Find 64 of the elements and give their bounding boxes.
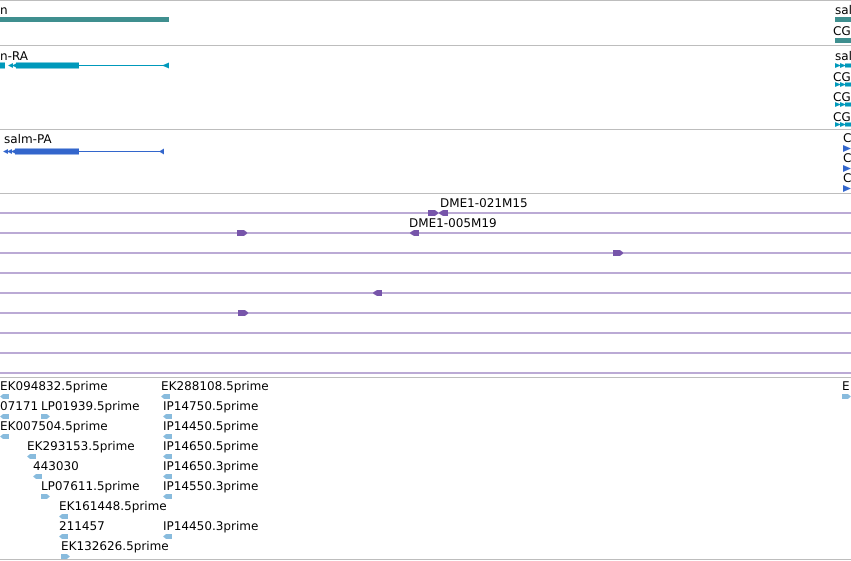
feature-label: E [842,379,850,393]
est-arrow-icon[interactable] [163,434,172,439]
feature-label: EK293153.5prime [27,439,135,453]
est-arrow-icon[interactable] [61,554,70,559]
est-arrow-icon[interactable] [161,394,170,399]
est-arrow-icon[interactable] [27,454,36,459]
feature-label: IP14750.5prime [163,399,258,413]
protein-glyph[interactable] [843,145,851,152]
feature-label: CG [833,70,851,84]
est-arrow-icon[interactable] [33,474,42,479]
feature-label: n [0,3,8,17]
est-arrow-icon[interactable] [0,414,9,419]
est-arrow-icon[interactable] [0,394,9,399]
feature-label: 211457 [59,519,105,533]
est-arrow-icon[interactable] [163,474,172,479]
est-arrow-icon[interactable] [0,434,9,439]
transcript-glyph[interactable] [835,122,851,127]
feature-label: DME1-021M15 [440,196,528,210]
est-arrow-icon[interactable] [163,454,172,459]
clone-line[interactable] [0,289,851,297]
feature-label: sal [835,49,851,63]
feature-label: EK161448.5prime [59,499,167,513]
clone-line[interactable] [0,209,851,217]
transcript-glyph[interactable] [835,102,851,107]
feature-label: IP14550.3prime [163,479,258,493]
est-arrow-icon[interactable] [59,514,68,519]
feature-label: DME1-005M19 [409,216,497,230]
est-arrow-icon[interactable] [163,534,172,539]
feature-label: IP14650.5prime [163,439,258,453]
feature-label: LP01939.5prime [41,399,140,413]
feature-label: EK007504.5prime [0,419,108,433]
est-arrow-icon[interactable] [842,394,851,399]
feature-label: n-RA [0,49,28,63]
est-arrow-icon[interactable] [41,414,50,419]
clone-line[interactable] [0,229,851,237]
clone-line[interactable] [0,309,851,317]
feature-label: EK132626.5prime [61,539,169,553]
est-arrow-icon[interactable] [59,534,68,539]
transcript-glyph[interactable] [835,82,851,87]
feature-label: C [843,171,851,185]
feature-label: sal [835,3,851,17]
feature-label: 07171 [0,399,38,413]
feature-label: CG [833,110,851,124]
feature-label: CG [833,24,851,38]
est-arrow-icon[interactable] [163,494,172,499]
feature-label: LP07611.5prime [41,479,140,493]
feature-label: C [843,131,851,145]
feature-label: salm-PA [4,132,52,146]
feature-label: IP14450.3prime [163,519,258,533]
transcript-glyph[interactable] [835,63,851,68]
feature-label: CG [833,90,851,104]
clone-line[interactable] [0,249,851,257]
feature-label: IP14450.5prime [163,419,258,433]
feature-label: EK094832.5prime [0,379,108,393]
est-arrow-icon[interactable] [41,494,50,499]
protein-glyph[interactable] [3,148,164,155]
protein-glyph[interactable] [843,165,851,172]
transcript-glyph[interactable] [0,62,169,69]
feature-label: C [843,151,851,165]
protein-glyph[interactable] [843,185,851,192]
feature-label: IP14650.3prime [163,459,258,473]
feature-label: EK288108.5prime [161,379,269,393]
feature-label: 443030 [33,459,79,473]
est-arrow-icon[interactable] [163,414,172,419]
